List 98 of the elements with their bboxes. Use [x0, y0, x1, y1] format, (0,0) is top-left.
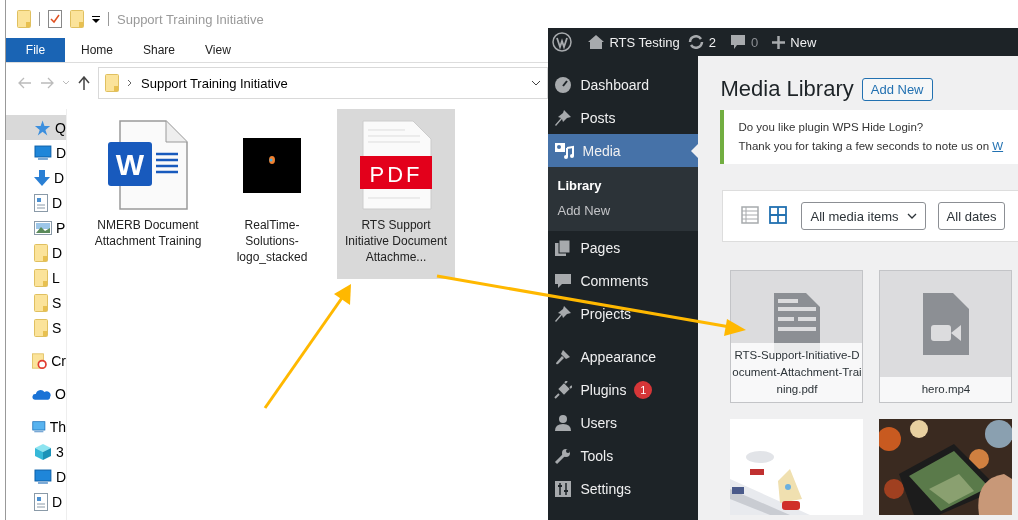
sidebar-item[interactable]: Pages — [548, 231, 699, 264]
sidebar-item[interactable]: Appearance — [548, 340, 699, 373]
nav-item[interactable]: D — [6, 165, 66, 190]
file-item[interactable]: W NMERB Document Attachment Training — [89, 109, 207, 279]
filter-select[interactable]: All dates — [937, 202, 1006, 230]
sidebar-item[interactable]: Posts — [548, 101, 699, 134]
new-folder-icon — [70, 10, 84, 28]
sidebar-item[interactable]: Tools — [548, 439, 699, 472]
nav-item[interactable]: Q — [6, 115, 66, 140]
address-bar[interactable]: Support Training Initiative — [98, 67, 549, 99]
speech-bubble-icon — [730, 34, 747, 50]
brush-icon — [554, 347, 573, 366]
nav-item[interactable]: D — [6, 140, 66, 165]
pin-icon — [554, 304, 573, 323]
page-title: Media Library — [720, 76, 854, 102]
sidebar-item[interactable]: Projects — [548, 297, 699, 330]
home-icon — [588, 35, 605, 49]
notice-text: Do you like plugin WPS Hide Login? — [738, 120, 924, 135]
monitor-icon — [34, 144, 52, 161]
wordpress-logo-icon[interactable] — [552, 32, 573, 52]
refresh-icon — [687, 35, 704, 49]
up-arrow-icon[interactable] — [78, 76, 90, 90]
sidebar-item[interactable]: Dashboard — [548, 68, 699, 101]
submenu-item[interactable]: Add New — [548, 198, 699, 223]
sidebar-item[interactable]: Plugins 1 — [548, 373, 699, 406]
document-icon — [34, 193, 48, 212]
speech-bubble-icon — [554, 271, 573, 290]
file-menu[interactable]: File — [6, 38, 65, 62]
nav-item[interactable]: S — [6, 290, 66, 315]
media-icon — [554, 141, 575, 160]
ribbon-tab[interactable]: View — [191, 38, 245, 62]
notice-link[interactable]: W — [992, 140, 1004, 152]
sidebar-item[interactable]: Comments — [548, 264, 699, 297]
media-tile[interactable] — [730, 419, 864, 515]
pdf-document-icon: PDF — [360, 120, 432, 210]
sliders-icon — [554, 479, 573, 498]
site-link[interactable]: RTS Testing — [588, 34, 680, 50]
file-item[interactable]: PDF RTS Support Initiative Document Attachme... — [337, 109, 455, 279]
folder-icon — [17, 10, 31, 28]
folder-icon — [32, 351, 48, 370]
monitor-icon — [34, 468, 52, 485]
sidebar-item[interactable]: Settings — [548, 472, 699, 505]
document-icon — [34, 492, 48, 511]
sidebar-item[interactable]: Users — [548, 406, 699, 439]
media-tile[interactable]: hero.mp4 — [879, 270, 1013, 403]
folder-icon — [105, 74, 119, 92]
file-item[interactable]: RealTime-Solutions-logo_stacked — [213, 109, 331, 279]
ribbon-tab[interactable]: Home — [67, 38, 127, 62]
folder-icon — [34, 293, 48, 312]
image-thumbnail — [243, 137, 301, 193]
nav-item[interactable]: P — [6, 215, 66, 240]
folder-icon — [34, 268, 48, 287]
pin-icon — [554, 108, 573, 127]
folder-icon — [34, 318, 48, 337]
nav-item[interactable]: 3 — [6, 439, 66, 464]
plug-icon — [554, 380, 573, 399]
nav-item[interactable]: Cr — [6, 348, 66, 373]
dropdown-icon[interactable] — [92, 15, 100, 23]
nav-item[interactable]: D — [6, 489, 66, 514]
star-icon — [34, 118, 52, 137]
sidebar-item[interactable]: Media — [548, 134, 699, 167]
notice-text: Thank you for taking a few seconds to note us on W — [738, 139, 1004, 154]
nav-item[interactable]: D — [6, 240, 66, 265]
nav-item[interactable]: L — [6, 265, 66, 290]
window-title: Support Training Initiative — [117, 11, 264, 27]
cube-icon — [34, 442, 52, 461]
gauge-icon — [554, 75, 573, 94]
media-tile[interactable]: RTS-Support-Initiative-Document-Attachment-Training.pdf — [730, 270, 864, 403]
address-path: Support Training Initiative — [141, 75, 288, 91]
new-link[interactable]: New — [772, 34, 817, 50]
pages-icon — [554, 238, 573, 257]
nav-item[interactable]: Th — [6, 414, 66, 439]
ribbon-tab[interactable]: Share — [129, 38, 190, 62]
file-name: hero.mp4 — [880, 377, 1012, 402]
comments-link[interactable]: 0 — [730, 34, 759, 50]
nav-item[interactable]: D — [6, 190, 66, 215]
cloud-icon — [32, 387, 52, 400]
nav-item[interactable]: O — [6, 381, 66, 406]
folder-icon — [34, 243, 48, 262]
count-badge: 1 — [634, 380, 653, 399]
video-file-icon — [922, 293, 969, 355]
file-name: RTS-Support-Initiative-Document-Attachment-Training.pdf — [731, 343, 863, 402]
download-icon — [34, 168, 50, 187]
filter-select[interactable]: All media items — [801, 202, 926, 230]
chevron-right-icon — [127, 79, 133, 87]
chevron-down-icon[interactable] — [531, 80, 542, 86]
submenu-item[interactable]: Library — [548, 173, 699, 198]
wrench-icon — [554, 446, 573, 465]
add-new-button[interactable]: Add New — [861, 77, 933, 101]
picture-icon — [34, 220, 52, 235]
updates-link[interactable]: 2 — [687, 34, 717, 50]
user-icon — [554, 413, 573, 432]
monitor-icon — [32, 418, 46, 435]
plus-icon — [772, 35, 786, 49]
nav-item[interactable]: S — [6, 315, 66, 340]
nav-item[interactable]: D — [6, 464, 66, 489]
chevron-down-icon — [906, 213, 917, 219]
properties-icon[interactable] — [48, 10, 62, 28]
